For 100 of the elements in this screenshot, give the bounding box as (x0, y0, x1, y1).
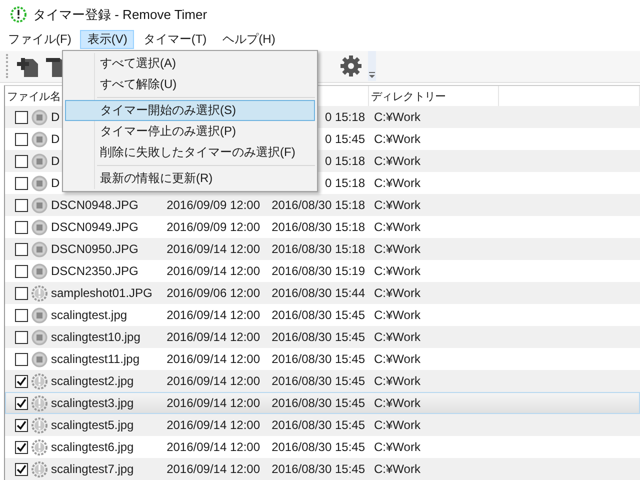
menu-item[interactable]: ヘルプ(H) (216, 30, 282, 49)
stop-icon (31, 350, 48, 368)
date-cell: 2016/08/30 15:18 (272, 198, 365, 212)
stop-icon (31, 262, 48, 280)
file-name: DSCN2350.JPG (51, 264, 138, 278)
menu-option[interactable]: 削除に失敗したタイマーのみ選択(F) (65, 142, 315, 163)
date-cell: 0 15:18 (324, 154, 365, 168)
menu-option[interactable]: すべて解除(U) (65, 74, 315, 95)
directory-cell: C:¥Work (374, 286, 420, 300)
directory-cell: C:¥Work (374, 110, 420, 124)
selected-row[interactable]: scalingtest3.jpg 2016/09/14 12:00 2016/08/30 15:45 C:¥Work (5, 392, 640, 414)
stop-icon (31, 240, 48, 258)
checkbox[interactable] (15, 440, 28, 454)
date-cell: 2016/09/14 12:00 (166, 440, 260, 454)
date-cell: 2016/08/30 15:45 (272, 330, 365, 344)
timer-icon (31, 284, 48, 302)
date-cell: 2016/09/14 12:00 (166, 396, 260, 410)
date-cell: 2016/09/09 12:00 (166, 198, 260, 212)
menu-item[interactable]: ファイル(F) (1, 30, 78, 49)
checkbox[interactable] (15, 374, 28, 388)
stop-icon (31, 328, 48, 346)
date-cell: 2016/08/30 15:45 (272, 352, 365, 366)
file-name: D (51, 110, 60, 124)
stop-icon (31, 306, 48, 324)
directory-cell: C:¥Work (374, 176, 420, 190)
date-cell: 2016/08/30 15:45 (272, 418, 365, 432)
file-name: DSCN0949.JPG (51, 220, 138, 234)
directory-cell: C:¥Work (374, 330, 420, 344)
file-name: D (51, 132, 60, 146)
directory-cell: C:¥Work (374, 308, 420, 322)
menu-option[interactable]: タイマー開始のみ選択(S) (65, 100, 315, 121)
checkbox[interactable] (15, 286, 28, 300)
checkbox[interactable] (15, 418, 28, 432)
stop-icon (31, 174, 48, 192)
file-name: DSCN0948.JPG (51, 198, 138, 212)
stop-icon (31, 130, 48, 148)
checkbox[interactable] (15, 330, 28, 344)
date-cell: 0 15:18 (324, 176, 365, 190)
overflow-icon[interactable] (368, 51, 376, 82)
menu-option[interactable]: 最新の情報に更新(R) (65, 168, 315, 189)
stop-icon (31, 152, 48, 170)
date-cell: 0 15:18 (324, 110, 365, 124)
checkbox[interactable] (15, 220, 28, 234)
date-cell: 2016/09/14 12:00 (166, 374, 260, 388)
checkbox[interactable] (15, 308, 28, 322)
file-name: D (51, 176, 60, 190)
date-cell: 2016/09/14 12:00 (166, 264, 260, 278)
menu-option[interactable]: タイマー停止のみ選択(P) (65, 121, 315, 142)
directory-cell: C:¥Work (374, 396, 420, 410)
date-cell: 2016/09/14 12:00 (166, 308, 260, 322)
file-name: scalingtest2.jpg (51, 374, 134, 388)
directory-cell: C:¥Work (374, 198, 420, 212)
directory-cell: C:¥Work (374, 154, 420, 168)
checkbox[interactable] (15, 352, 28, 366)
stop-icon (31, 218, 48, 236)
date-cell: 2016/08/30 15:18 (272, 242, 365, 256)
checkbox[interactable] (15, 242, 28, 256)
date-cell: 2016/08/30 15:19 (272, 264, 365, 278)
directory-cell: C:¥Work (374, 440, 420, 454)
date-cell: 2016/09/14 12:00 (166, 242, 260, 256)
checkbox[interactable] (15, 264, 28, 278)
timer-icon (31, 372, 48, 390)
date-cell: 2016/09/09 12:00 (166, 220, 260, 234)
directory-cell: C:¥Work (374, 242, 420, 256)
directory-cell: C:¥Work (374, 418, 420, 432)
timer-icon (31, 416, 48, 434)
directory-cell: C:¥Work (374, 462, 420, 476)
checkbox[interactable] (15, 154, 28, 168)
checkbox[interactable] (15, 462, 28, 476)
date-cell: 2016/08/30 15:45 (272, 462, 365, 476)
date-cell: 2016/08/30 15:45 (272, 308, 365, 322)
date-cell: 2016/09/14 12:00 (166, 418, 260, 432)
menu-item[interactable]: 表示(V) (80, 30, 134, 49)
checkbox[interactable] (15, 132, 28, 146)
timer-icon (31, 460, 48, 478)
directory-cell: C:¥Work (374, 132, 420, 146)
date-cell: 0 15:45 (324, 132, 365, 146)
window-title: タイマー登録 - Remove Timer (33, 6, 208, 24)
file-name: DSCN0950.JPG (51, 242, 138, 256)
date-cell: 2016/09/14 12:00 (166, 330, 260, 344)
date-cell: 2016/08/30 15:18 (272, 220, 365, 234)
date-cell: 2016/09/06 12:00 (166, 286, 260, 300)
menu-item[interactable]: タイマー(T) (136, 30, 214, 49)
stop-icon (31, 196, 48, 214)
date-cell: 2016/08/30 15:45 (272, 374, 365, 388)
file-name: scalingtest3.jpg (51, 396, 134, 410)
date-cell: 2016/08/30 15:45 (272, 440, 365, 454)
directory-cell: C:¥Work (374, 264, 420, 278)
date-cell: 2016/09/14 12:00 (166, 462, 260, 476)
file-name: scalingtest6.jpg (51, 440, 134, 454)
file-name: D (51, 154, 60, 168)
file-name: scalingtest7.jpg (51, 462, 134, 476)
timer-icon (31, 438, 48, 456)
settings-icon[interactable] (340, 55, 362, 78)
file-name: scalingtest10.jpg (51, 330, 140, 344)
file-name: scalingtest5.jpg (51, 418, 134, 432)
checkbox[interactable] (15, 110, 28, 124)
checkbox[interactable] (15, 198, 28, 212)
checkbox[interactable] (15, 176, 28, 190)
checkbox[interactable] (15, 396, 28, 410)
